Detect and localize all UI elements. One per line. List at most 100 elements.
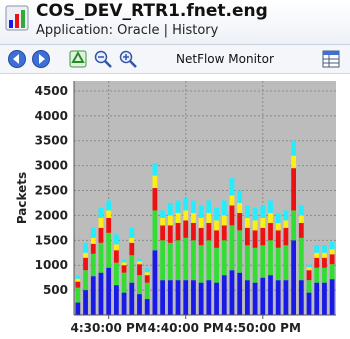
bar-segment (90, 237, 96, 244)
bar-segment (98, 227, 104, 243)
bar-segment (314, 245, 320, 253)
bar-segment (106, 210, 112, 218)
bar-segment (329, 249, 335, 255)
bar-segment (252, 247, 258, 283)
bar-segment (252, 220, 258, 231)
bar-segment (322, 267, 327, 283)
bar-segment (144, 282, 150, 300)
bar-segment (198, 217, 204, 228)
bar-segment (306, 292, 312, 315)
bar-segment (144, 275, 150, 283)
bar-segment (229, 225, 235, 271)
bar-segment (275, 247, 281, 281)
bar-segment (283, 210, 289, 221)
bar-segment (298, 205, 304, 216)
bar-segment (260, 205, 266, 218)
zoom-in-icon (119, 50, 137, 68)
bar-segment (106, 200, 112, 211)
x-tick-label: 4:50:00 PM (225, 321, 301, 335)
bar-segment (314, 252, 320, 258)
bar-segment (137, 258, 142, 262)
zoom-in-button[interactable] (118, 49, 138, 69)
bar-segment (306, 280, 312, 293)
bar-segment (183, 210, 189, 221)
bar-segment (160, 210, 166, 218)
stacked-bar-chart: 500 1000 1500 2000 2500 3000 3500 4000 4500 4:30:… (15, 81, 336, 335)
bar-segment (106, 232, 112, 268)
bar-segment (198, 227, 204, 246)
bar-segment (75, 281, 81, 288)
bar-segment (191, 280, 196, 315)
bar-segment (160, 240, 166, 281)
bar-segment (90, 276, 96, 315)
bar-segment (206, 200, 212, 213)
bar-segment (229, 205, 235, 226)
bar-segment (121, 272, 127, 293)
bar-segment (183, 220, 189, 238)
bar-segment (206, 212, 212, 223)
bar-segment (268, 240, 273, 276)
bar-segment (322, 257, 327, 268)
bar-segment (322, 252, 327, 258)
bar-segment (275, 212, 281, 223)
bar-segment (252, 282, 258, 315)
bar-segment (322, 282, 327, 315)
export-button[interactable] (321, 49, 341, 69)
bar-segment (206, 222, 212, 241)
bar-segment (214, 220, 219, 231)
bar-segment (244, 245, 250, 281)
bar-segment (160, 217, 166, 226)
bar-segment (314, 282, 320, 315)
bar-segment (252, 230, 258, 248)
bar-segment (298, 237, 304, 281)
back-button[interactable] (7, 49, 27, 69)
bar-segment (314, 267, 320, 283)
bar-segment (183, 237, 189, 281)
bar-segment (129, 282, 135, 315)
bar-segment (275, 222, 281, 231)
bar-segment (283, 227, 289, 246)
zoom-out-icon (94, 50, 112, 68)
bar-segment (160, 225, 166, 241)
bar-segment (306, 264, 312, 268)
bar-segment (113, 285, 119, 315)
bar-segment (221, 225, 227, 241)
bar-segment (144, 268, 150, 273)
bar-segment (167, 280, 173, 315)
refresh-button[interactable] (68, 49, 88, 69)
forward-button[interactable] (31, 49, 51, 69)
bar-segment (175, 212, 181, 223)
bar-segment (90, 253, 96, 277)
bar-segment (214, 207, 219, 221)
bar-segment (144, 299, 150, 315)
bar-segment (98, 207, 104, 218)
y-axis-label: Packets (15, 172, 29, 224)
bar-segment (244, 280, 250, 315)
bar-segment (291, 240, 297, 315)
bar-segment (221, 275, 227, 315)
bar-segment (167, 215, 173, 226)
bar-segment (121, 292, 127, 315)
netflow-chart: 500 1000 1500 2000 2500 3000 3500 4000 4500 4:30:… (4, 75, 345, 337)
bar-segment (206, 240, 212, 281)
bar-segment (298, 222, 304, 238)
bar-segment (229, 195, 235, 206)
bar-segment (106, 267, 112, 315)
bar-segment (291, 210, 297, 241)
bar-segment (75, 287, 81, 303)
bar-segment (137, 294, 142, 315)
bar-segment (183, 198, 189, 211)
zoom-out-button[interactable] (93, 49, 113, 69)
bar-segment (198, 205, 204, 218)
bar-segment (260, 277, 266, 315)
bar-segment (275, 280, 281, 315)
bar-segment (198, 245, 204, 283)
y-tick-label: 1000 (35, 258, 68, 272)
y-tick-label: 500 (43, 283, 68, 297)
bar-segment (98, 217, 104, 228)
bar-segment (90, 227, 96, 238)
bar-segment (214, 282, 219, 315)
bar-segment (167, 202, 173, 216)
y-tick-label: 1500 (35, 233, 68, 247)
bar-segment (98, 272, 104, 315)
